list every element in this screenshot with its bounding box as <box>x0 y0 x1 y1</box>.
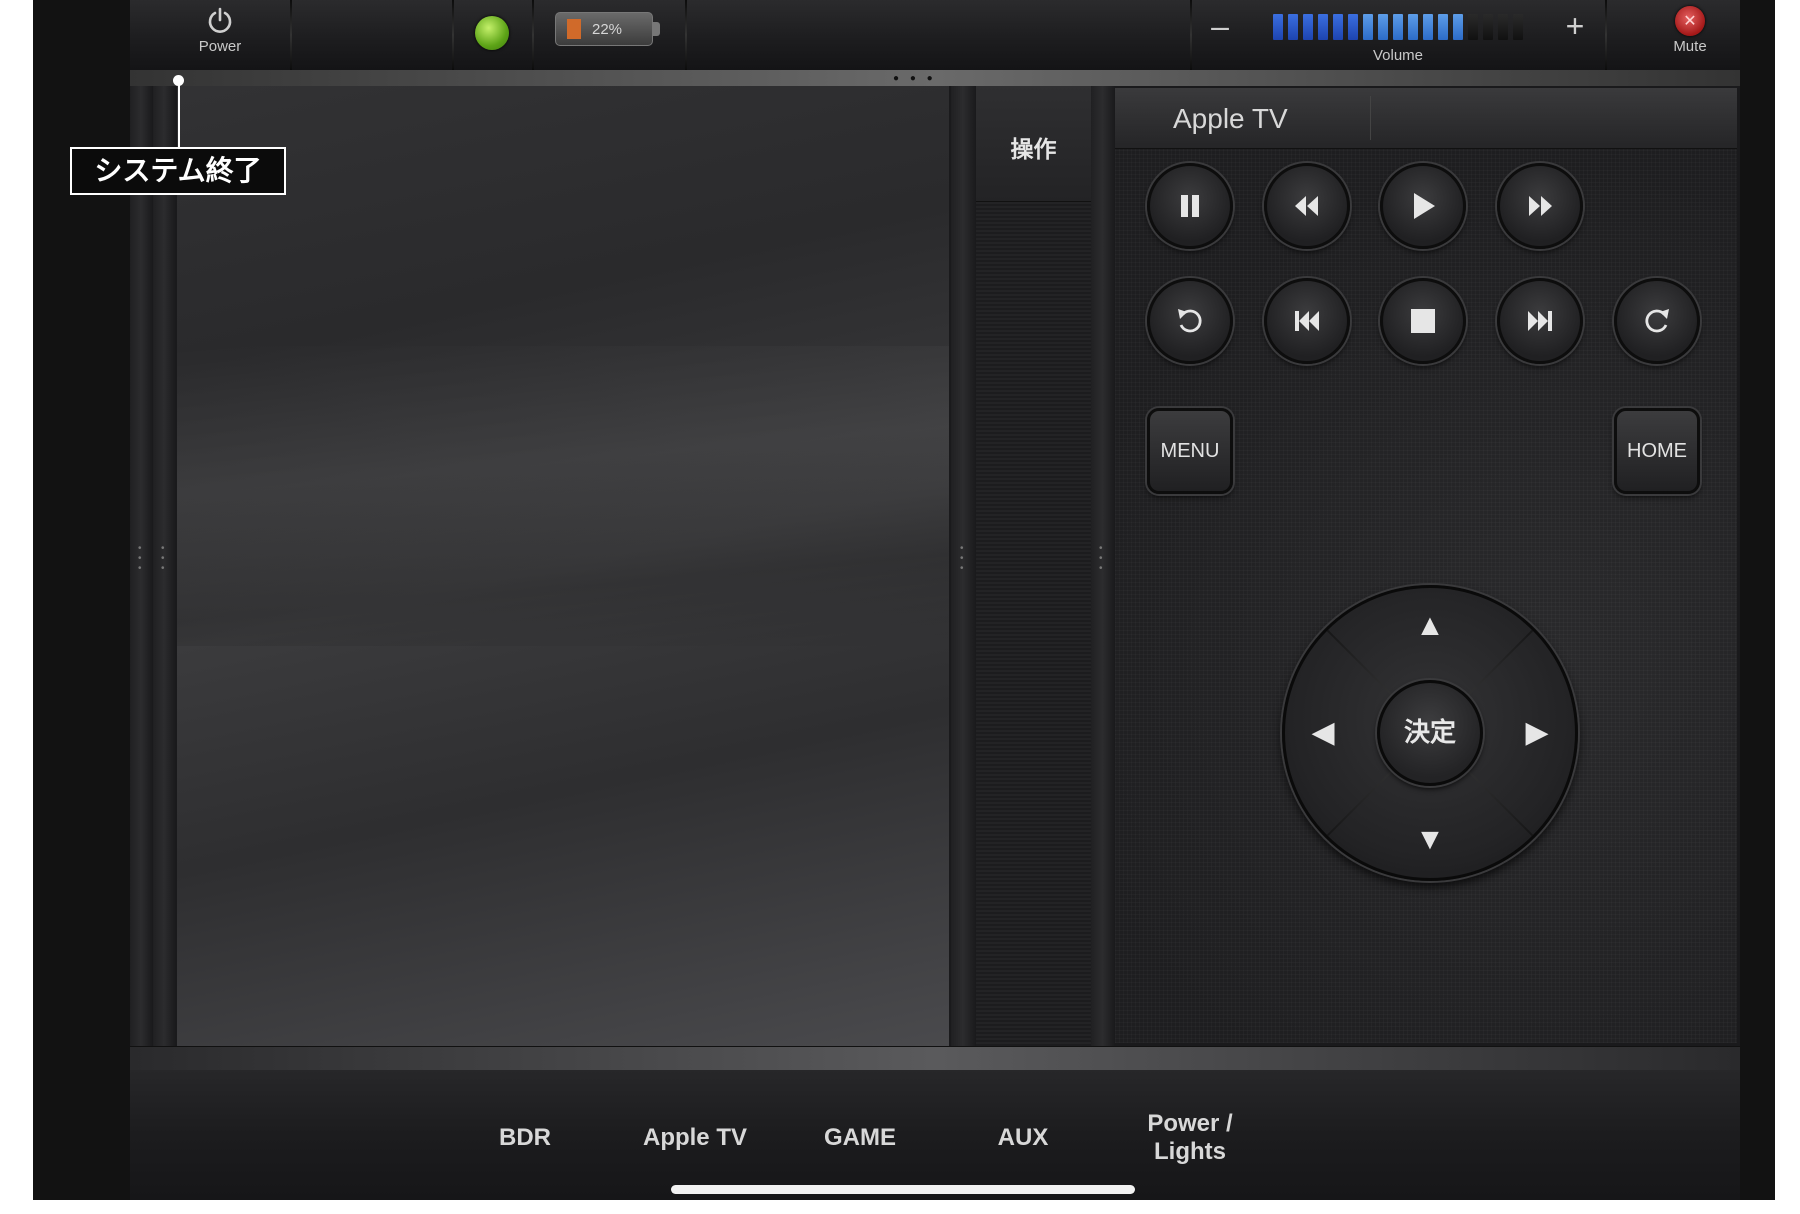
volume-up-button[interactable]: + <box>1560 8 1590 48</box>
battery-fill <box>567 19 581 39</box>
nav-item-bdr[interactable]: BDR <box>450 1124 600 1214</box>
down-arrow-button[interactable]: ▼ <box>1400 810 1460 870</box>
nav-item-apple-tv[interactable]: Apple TV <box>610 1124 780 1214</box>
up-arrow-button[interactable]: ▲ <box>1400 596 1460 656</box>
volume-segment <box>1408 14 1418 40</box>
volume-segment <box>1273 14 1283 40</box>
volume-segment <box>1318 14 1328 40</box>
grip-icon: • • • <box>161 543 165 574</box>
battery-percent: 22% <box>592 21 623 38</box>
callout-line <box>178 80 180 148</box>
mute-button[interactable]: Mute <box>1660 6 1720 66</box>
divider <box>1190 0 1192 70</box>
redo-button[interactable] <box>1614 278 1700 364</box>
volume-segment <box>1288 14 1298 40</box>
volume-segment <box>1468 14 1478 40</box>
grip-icon: • • • <box>960 543 964 574</box>
tab-operation-label: 操作 <box>1010 137 1057 163</box>
status-indicator <box>475 16 509 50</box>
top-bar: Power 22% – Volume + Mute <box>130 0 1740 71</box>
right-arrow-button[interactable]: ▶ <box>1507 703 1567 763</box>
direction-pad: ▲ ▼ ◀ ▶ 決定 <box>1282 585 1578 881</box>
remote-panel: Apple TV MENU HOME ▲ ▼ ◀ ▶ 決定 <box>1115 88 1737 1043</box>
nav-item-aux[interactable]: AUX <box>948 1124 1098 1214</box>
divider <box>290 0 292 70</box>
volume-segment <box>1483 14 1493 40</box>
battery-tip <box>653 22 660 36</box>
tab-operation[interactable]: 操作 <box>976 86 1091 202</box>
divider <box>1370 96 1371 140</box>
power-button[interactable]: Power <box>170 6 270 66</box>
operation-column: 操作 <box>976 86 1091 1046</box>
bottom-nav: BDR Apple TV GAME AUX Power / Lights <box>130 1070 1740 1200</box>
power-icon <box>208 7 232 33</box>
callout-label: システム終了 <box>70 147 286 195</box>
volume-segment <box>1498 14 1508 40</box>
remote-title: Apple TV <box>1173 103 1288 134</box>
menu-button[interactable]: MENU <box>1147 408 1233 494</box>
replay-button[interactable] <box>1147 278 1233 364</box>
right-rail[interactable]: • • • <box>1091 86 1114 1046</box>
mute-icon <box>1675 6 1705 36</box>
power-label: Power <box>198 38 242 55</box>
volume-label: Volume <box>1372 47 1424 64</box>
volume-segment <box>1393 14 1403 40</box>
bottom-drawer-handle[interactable] <box>130 1046 1740 1071</box>
replay-icon <box>1178 309 1202 333</box>
skip-back-icon <box>1295 311 1319 331</box>
volume-segment <box>1438 14 1448 40</box>
volume-segment <box>1453 14 1463 40</box>
volume-segment <box>1303 14 1313 40</box>
home-button[interactable]: HOME <box>1614 408 1700 494</box>
fast-forward-button[interactable] <box>1497 163 1583 249</box>
play-button[interactable] <box>1380 163 1466 249</box>
mute-label: Mute <box>1673 38 1707 55</box>
divider <box>1605 0 1607 70</box>
divider <box>685 0 687 70</box>
battery-indicator: 22% <box>555 12 660 46</box>
stop-button[interactable] <box>1380 278 1466 364</box>
rewind-icon <box>1295 196 1318 216</box>
pause-button[interactable] <box>1147 163 1233 249</box>
grip-icon: • • • <box>138 543 142 574</box>
home-indicator[interactable] <box>671 1185 1135 1194</box>
app-window: Power 22% – Volume + Mute ● ● ● ••• ••• … <box>130 0 1740 1200</box>
volume-segment <box>1378 14 1388 40</box>
skip-back-button[interactable] <box>1264 278 1350 364</box>
divider <box>452 0 454 70</box>
remote-header: Apple TV <box>1115 88 1737 149</box>
ok-button[interactable]: 決定 <box>1377 680 1483 786</box>
volume-down-button[interactable]: – <box>1205 8 1235 48</box>
center-rail[interactable]: • • • <box>951 86 975 1046</box>
play-icon <box>1414 193 1435 219</box>
stop-icon <box>1411 309 1435 333</box>
volume-segment <box>1363 14 1373 40</box>
left-rail[interactable]: • • • <box>130 86 152 1046</box>
left-arrow-button[interactable]: ◀ <box>1293 703 1353 763</box>
skip-forward-button[interactable] <box>1497 278 1583 364</box>
volume-segment <box>1513 14 1523 40</box>
top-drawer-handle[interactable]: ● ● ● <box>130 70 1740 86</box>
nav-item-game[interactable]: GAME <box>785 1124 935 1214</box>
fast-forward-icon <box>1529 196 1552 216</box>
grip-icon: • • • <box>1099 543 1103 574</box>
left-rail-inner[interactable]: • • • <box>153 86 175 1046</box>
rewind-button[interactable] <box>1264 163 1350 249</box>
skip-forward-icon <box>1528 311 1552 331</box>
volume-segment <box>1348 14 1358 40</box>
volume-meter[interactable] <box>1273 14 1523 40</box>
grip-icon: ● ● ● <box>893 73 937 84</box>
main-content: • • • • • • • • • 操作 • • • Apple TV MENU… <box>130 86 1740 1046</box>
pause-icon <box>1181 195 1199 217</box>
volume-segment <box>1333 14 1343 40</box>
divider <box>532 0 534 70</box>
redo-icon <box>1645 309 1669 333</box>
volume-segment <box>1423 14 1433 40</box>
display-area <box>177 86 949 1046</box>
device-frame: Power 22% – Volume + Mute ● ● ● ••• ••• … <box>33 0 1775 1200</box>
